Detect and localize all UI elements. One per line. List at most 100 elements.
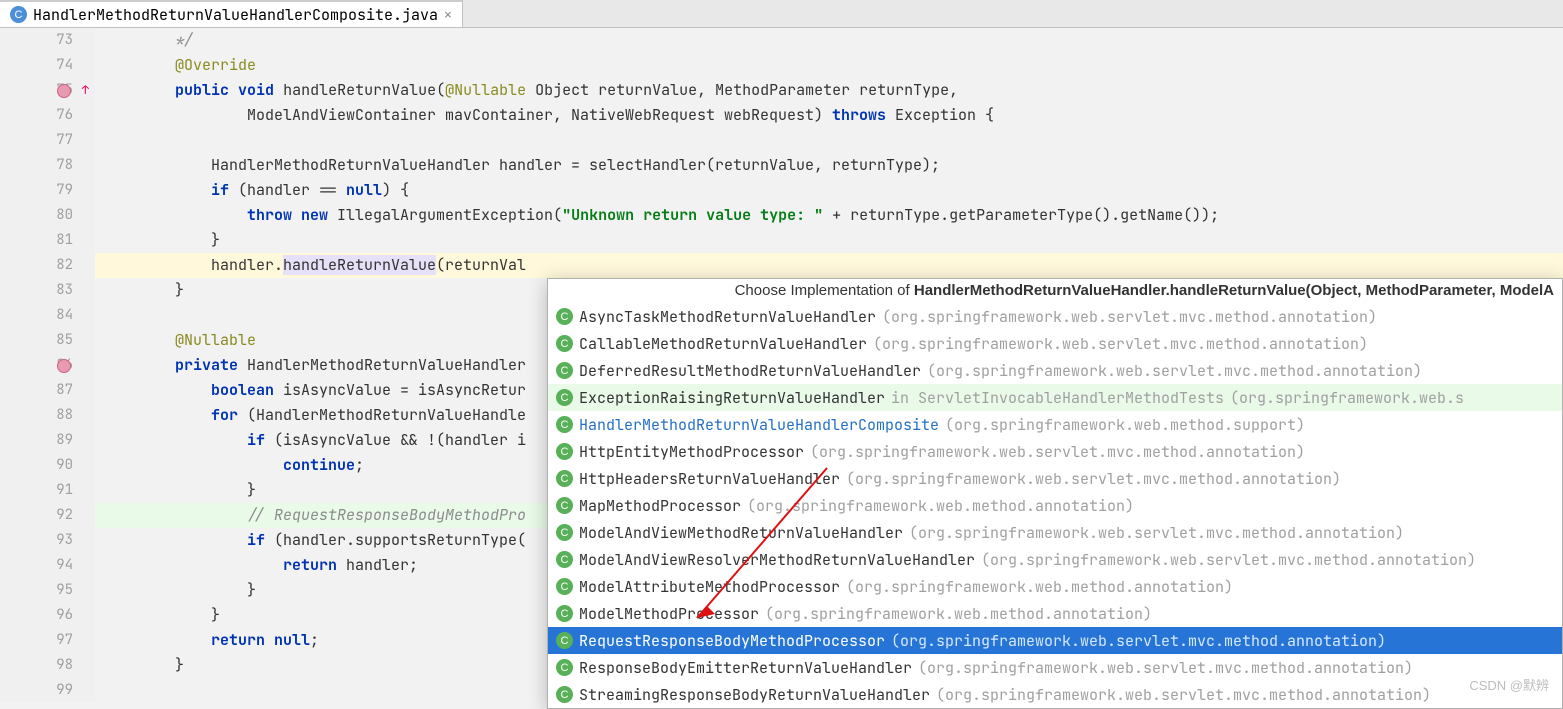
line-number-gutter: 737475↑767778798081828384858687888990919… — [0, 28, 95, 702]
class-name: CallableMethodReturnValueHandler — [579, 334, 867, 354]
class-icon: C — [556, 605, 573, 622]
implementation-item[interactable]: CModelMethodProcessor (org.springframewo… — [548, 600, 1562, 627]
implementation-item[interactable]: C RequestResponseBodyMethodProcessor (org… — [548, 627, 1562, 654]
implementation-item[interactable]: CAsyncTaskMethodReturnValueHandler (org.… — [548, 303, 1562, 330]
class-icon: C — [556, 416, 573, 433]
popup-title: Choose Implementation of HandlerMethodRe… — [548, 279, 1562, 303]
watermark: CSDN @默辨 — [1469, 675, 1549, 694]
popup-title-prefix: Choose Implementation of — [735, 282, 914, 299]
package-name: (org.springframework.web.servlet.mvc.met… — [918, 658, 1413, 678]
class-icon: C — [556, 632, 573, 649]
line-number: 81 — [0, 228, 73, 253]
class-name: MapMethodProcessor — [579, 496, 741, 516]
line-number: 73 — [0, 28, 73, 53]
package-name: (org.springframework.web.servlet.mvc.met… — [810, 442, 1305, 462]
class-icon: C — [556, 578, 573, 595]
package-name: (org.springframework.web.servlet.mvc.met… — [891, 631, 1386, 651]
implementation-item[interactable]: C HttpEntityMethodProcessor (org.springfr… — [548, 438, 1562, 465]
class-name: HttpEntityMethodProcessor — [579, 442, 804, 462]
popup-title-bold: HandlerMethodReturnValueHandler.handleRe… — [914, 282, 1554, 299]
class-icon: C — [556, 335, 573, 352]
implementation-item[interactable]: C MapMethodProcessor (org.springframework… — [548, 492, 1562, 519]
package-name: (org.springframework.web.method.support) — [945, 415, 1305, 435]
line-number: 97 — [0, 628, 73, 653]
line-number: 93 — [0, 528, 73, 553]
line-number: 84 — [0, 303, 73, 328]
class-name: ModelAndViewMethodReturnValueHandler — [579, 523, 903, 543]
implementation-item[interactable]: C CallableMethodReturnValueHandler (org.s… — [548, 330, 1562, 357]
line-number: 94 — [0, 553, 73, 578]
class-name: ModelMethodProcessor — [579, 604, 759, 624]
package-name: (org.springframework.web.s — [1230, 388, 1464, 408]
line-number: 86 — [0, 353, 73, 378]
class-name: AsyncTaskMethodReturnValueHandler — [579, 307, 876, 327]
line-number: 74 — [0, 53, 73, 78]
line-number: 87 — [0, 378, 73, 403]
code-line: HandlerMethodReturnValueHandler handler … — [95, 153, 1563, 178]
implementation-item[interactable]: C ResponseBodyEmitterReturnValueHandler (… — [548, 654, 1562, 681]
package-name: (org.springframework.web.method.annotati… — [747, 496, 1134, 516]
line-number: 85 — [0, 328, 73, 353]
implementation-item[interactable]: C HttpHeadersReturnValueHandler (org.spri… — [548, 465, 1562, 492]
tab-bar: C HandlerMethodReturnValueHandlerComposi… — [0, 0, 1563, 28]
implementation-item[interactable]: CExceptionRaisingReturnValueHandler in S… — [548, 384, 1562, 411]
implementation-item[interactable]: CDeferredResultMethodReturnValueHandler … — [548, 357, 1562, 384]
class-icon: C — [556, 686, 573, 703]
line-number: 76 — [0, 103, 73, 128]
line-number: 98 — [0, 653, 73, 678]
up-arrow-icon: ↑ — [82, 78, 89, 103]
editor-tab[interactable]: C HandlerMethodReturnValueHandlerComposi… — [0, 0, 463, 27]
code-line: if (handler == null) { — [95, 178, 1563, 203]
line-number: 90 — [0, 453, 73, 478]
class-icon: C — [556, 551, 573, 568]
line-number: 99 — [0, 678, 73, 703]
class-icon: C — [556, 443, 573, 460]
implementation-item[interactable]: C ModelAttributeMethodProcessor (org.spri… — [548, 573, 1562, 600]
line-number: 82 — [0, 253, 73, 278]
implementation-item[interactable]: C ModelAndViewMethodReturnValueHandler (o… — [548, 519, 1562, 546]
close-icon[interactable]: ✕ — [444, 6, 452, 23]
class-icon: C — [556, 497, 573, 514]
class-name: ModelAndViewResolverMethodReturnValueHan… — [579, 550, 975, 570]
line-number: 92 — [0, 503, 73, 528]
override-gutter-icon[interactable] — [57, 84, 71, 98]
class-icon: C — [556, 524, 573, 541]
line-number: 88 — [0, 403, 73, 428]
line-number: 77 — [0, 128, 73, 153]
package-name: (org.springframework.web.servlet.mvc.met… — [927, 361, 1422, 381]
class-name: RequestResponseBodyMethodProcessor — [579, 631, 885, 651]
code-line: handler.handleReturnValue(returnVal — [95, 253, 1563, 278]
code-line: */ — [95, 28, 1563, 53]
line-number: 80 — [0, 203, 73, 228]
line-number: 79 — [0, 178, 73, 203]
method-gutter-icon[interactable] — [57, 359, 71, 373]
class-icon: C — [556, 362, 573, 379]
class-name: ModelAttributeMethodProcessor — [579, 577, 840, 597]
implementation-item[interactable]: CHandlerMethodReturnValueHandlerComposit… — [548, 411, 1562, 438]
implementation-chooser-popup: Choose Implementation of HandlerMethodRe… — [547, 278, 1563, 709]
code-line — [95, 128, 1563, 153]
class-name: DeferredResultMethodReturnValueHandler — [579, 361, 921, 381]
class-icon: C — [556, 470, 573, 487]
package-name: (org.springframework.web.servlet.mvc.met… — [873, 334, 1368, 354]
code-line: ModelAndViewContainer mavContainer, Nati… — [95, 103, 1563, 128]
implementation-item[interactable]: C ModelAndViewResolverMethodReturnValueHa… — [548, 546, 1562, 573]
class-icon: C — [556, 308, 573, 325]
line-number: 89 — [0, 428, 73, 453]
implementation-item[interactable]: CStreamingResponseBodyReturnValueHandler… — [548, 681, 1562, 708]
editor-area: 737475↑767778798081828384858687888990919… — [0, 28, 1563, 702]
package-name: (org.springframework.web.servlet.mvc.met… — [909, 523, 1404, 543]
code-line: } — [95, 228, 1563, 253]
class-icon: C — [556, 659, 573, 676]
package-name: (org.springframework.web.method.annotati… — [846, 577, 1233, 597]
line-number: 96 — [0, 603, 73, 628]
code-line: throw new IllegalArgumentException("Unkn… — [95, 203, 1563, 228]
package-name: (org.springframework.web.servlet.mvc.met… — [846, 469, 1341, 489]
implementation-list[interactable]: C AsyncTaskMethodReturnValueHandler (org.… — [548, 303, 1562, 708]
line-number: 78 — [0, 153, 73, 178]
class-context: in ServletInvocableHandlerMethodTests — [891, 388, 1224, 408]
class-name: ResponseBodyEmitterReturnValueHandler — [579, 658, 912, 678]
code-line: public void handleReturnValue(@Nullable … — [95, 78, 1563, 103]
class-name: HttpHeadersReturnValueHandler — [579, 469, 840, 489]
tab-filename: HandlerMethodReturnValueHandlerComposite… — [33, 5, 438, 25]
